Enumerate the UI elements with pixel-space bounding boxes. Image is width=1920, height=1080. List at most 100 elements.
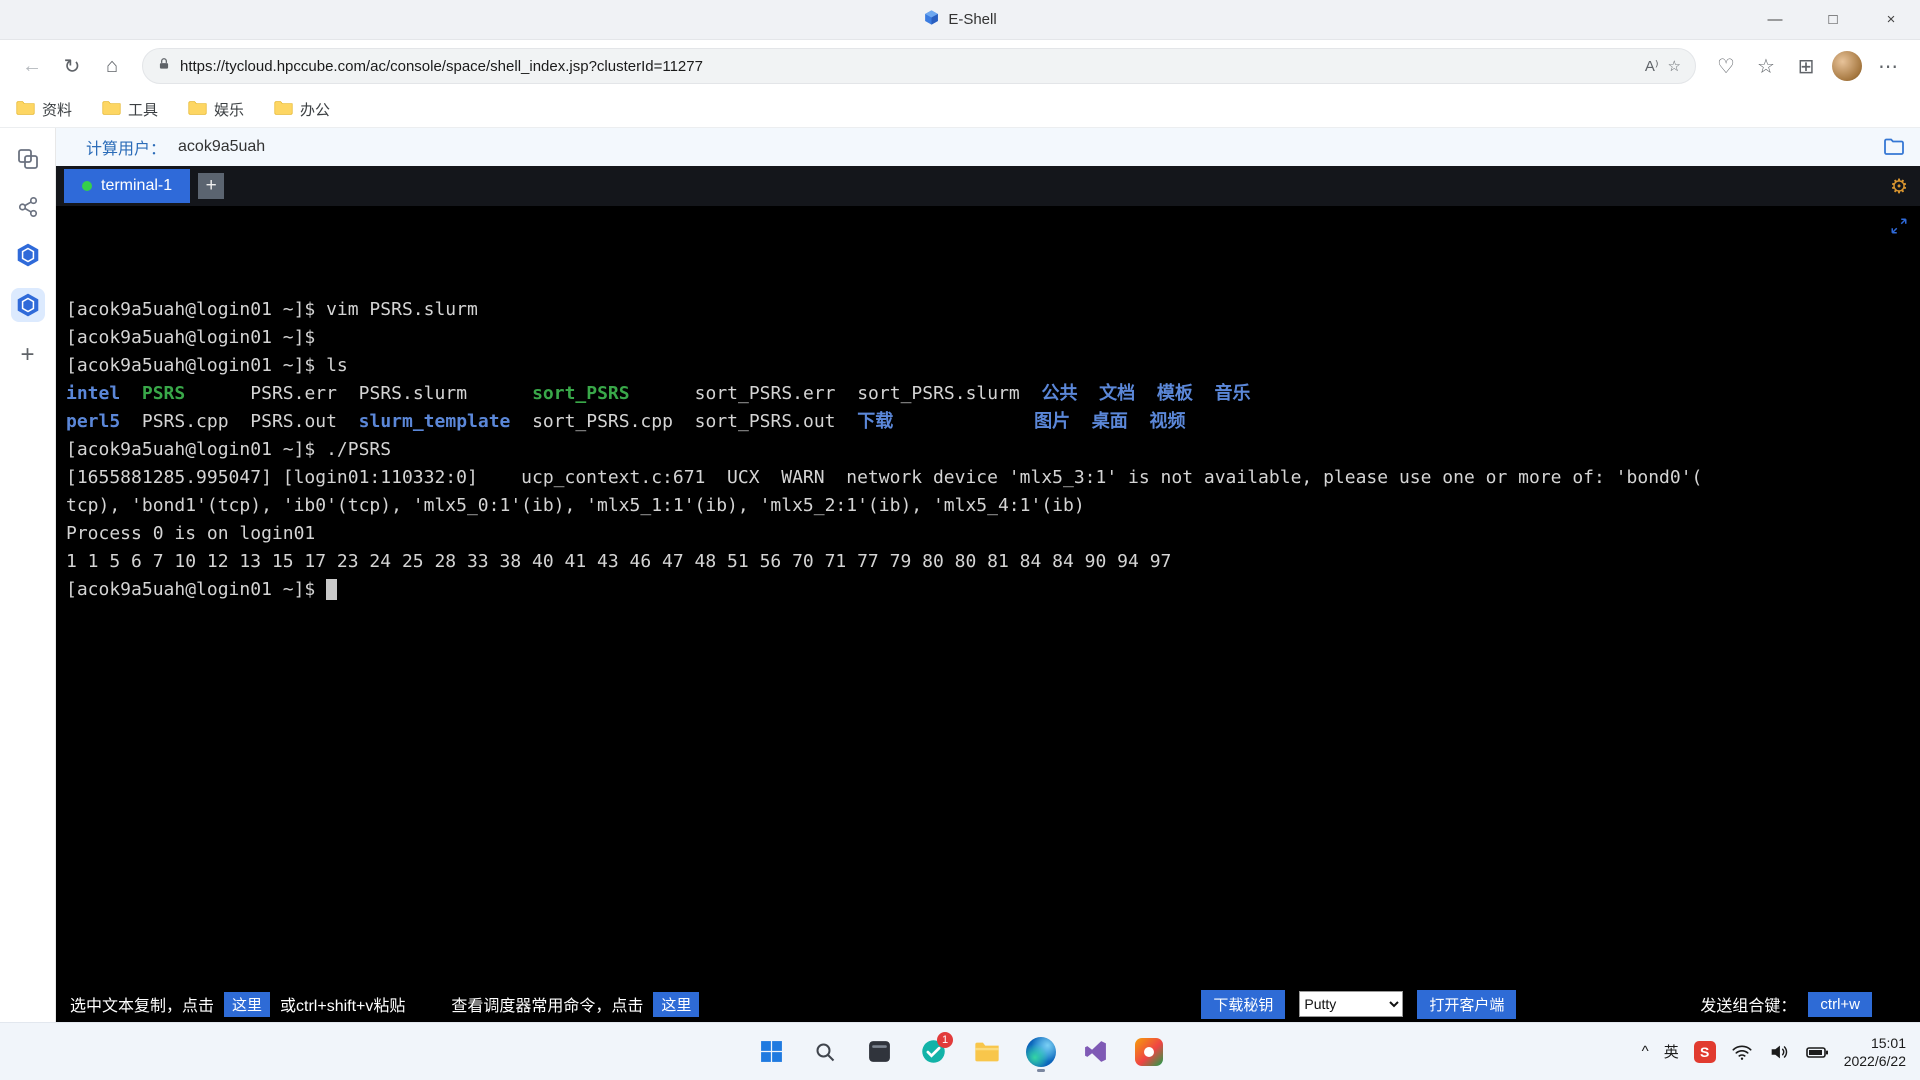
ime-language-indicator[interactable]: 英 bbox=[1664, 1041, 1679, 1062]
url-text[interactable]: https://tycloud.hpccube.com/ac/console/s… bbox=[180, 58, 1636, 75]
refresh-icon[interactable]: ↻ bbox=[54, 48, 90, 84]
bottom-bar-actions: 下载秘钥 Putty 打开客户端 发送组合键： ctrl+w bbox=[1201, 990, 1906, 1019]
app-icon-misc[interactable] bbox=[1128, 1031, 1170, 1073]
gear-icon[interactable]: ⚙ bbox=[1890, 174, 1908, 199]
cluster-icon-selected[interactable] bbox=[11, 288, 45, 322]
terminal-text bbox=[673, 411, 695, 432]
terminal-text: intel bbox=[66, 383, 120, 404]
terminal-output[interactable]: [acok9a5uah@login01 ~]$ vim PSRS.slurm [a… bbox=[56, 206, 1920, 986]
terminal-line: Process 0 is on login01 bbox=[66, 520, 1910, 548]
client-select[interactable]: Putty bbox=[1299, 991, 1403, 1017]
edge-browser-icon[interactable] bbox=[1020, 1031, 1062, 1073]
terminal-text bbox=[1193, 383, 1215, 404]
paste-hint-text: 或ctrl+shift+v粘贴 bbox=[280, 992, 405, 1016]
terminal-text: 下载 bbox=[857, 411, 893, 432]
bookmark-folder[interactable]: 工具 bbox=[102, 99, 158, 120]
sogou-input-icon[interactable]: S bbox=[1694, 1041, 1716, 1063]
tab-status-dot bbox=[82, 181, 92, 191]
volume-icon[interactable] bbox=[1768, 1041, 1790, 1063]
panels-icon[interactable] bbox=[11, 144, 45, 174]
tab-terminal-1[interactable]: terminal-1 bbox=[64, 169, 190, 203]
bookmark-folder[interactable]: 资料 bbox=[16, 99, 72, 120]
terminal-cursor bbox=[326, 579, 337, 600]
tray-expand-icon[interactable]: ^ bbox=[1642, 1043, 1649, 1060]
terminal-text: 视频 bbox=[1149, 411, 1185, 432]
add-cluster-icon[interactable]: + bbox=[11, 340, 45, 370]
terminal-text: slurm_template bbox=[359, 411, 511, 432]
more-menu-icon[interactable]: ⋯ bbox=[1870, 48, 1906, 84]
open-client-button[interactable]: 打开客户端 bbox=[1417, 990, 1516, 1019]
share-icon[interactable] bbox=[11, 192, 45, 222]
folder-icon bbox=[188, 100, 207, 120]
compute-user-value: acok9a5uah bbox=[178, 138, 265, 156]
wifi-icon[interactable] bbox=[1731, 1041, 1753, 1063]
close-icon[interactable]: × bbox=[1862, 0, 1920, 39]
app-icon-todo[interactable]: 1 bbox=[912, 1031, 954, 1073]
terminal-text: [acok9a5uah@login01 ~]$ bbox=[66, 327, 315, 348]
visual-studio-icon[interactable] bbox=[1074, 1031, 1116, 1073]
collections-icon[interactable]: ⊞ bbox=[1788, 48, 1824, 84]
minimize-icon[interactable]: — bbox=[1746, 0, 1804, 39]
favorite-star-icon[interactable]: ☆ bbox=[1668, 57, 1681, 75]
terminal-text: [acok9a5uah@login01 ~]$ vim PSRS.slurm bbox=[66, 299, 478, 320]
app-icon-terminal[interactable] bbox=[858, 1031, 900, 1073]
back-icon[interactable]: ← bbox=[14, 48, 50, 84]
bookmark-folder[interactable]: 办公 bbox=[274, 99, 330, 120]
copy-here-button[interactable]: 这里 bbox=[224, 992, 270, 1017]
favorites-icon[interactable]: ☆ bbox=[1748, 48, 1784, 84]
terminal-text bbox=[630, 383, 695, 404]
terminal-text: PSRS.err bbox=[250, 383, 337, 404]
new-terminal-icon[interactable]: + bbox=[198, 173, 224, 199]
terminal-text: [acok9a5uah@login01 ~]$ ls bbox=[66, 355, 348, 376]
terminal-bottom-bar: 选中文本复制，点击 这里 或ctrl+shift+v粘贴 查看调度器常用命令，点… bbox=[56, 986, 1920, 1022]
bookmark-label: 工具 bbox=[128, 99, 158, 120]
notification-badge: 1 bbox=[937, 1032, 953, 1048]
browser-toolbar: ← ↻ ⌂ https://tycloud.hpccube.com/ac/con… bbox=[0, 40, 1920, 92]
start-button[interactable] bbox=[750, 1031, 792, 1073]
terminal-text bbox=[120, 383, 142, 404]
terminal-text: 模板 bbox=[1157, 383, 1193, 404]
read-aloud-icon[interactable]: A⁾ bbox=[1645, 57, 1659, 75]
maximize-icon[interactable]: □ bbox=[1804, 0, 1862, 39]
terminal-text: 音乐 bbox=[1215, 383, 1251, 404]
terminal-text bbox=[510, 411, 532, 432]
terminal-text: [acok9a5uah@login01 ~]$ ./PSRS bbox=[66, 439, 391, 460]
terminal-text: sort_PSRS.cpp bbox=[532, 411, 673, 432]
window-title-area: E-Shell bbox=[0, 9, 1920, 30]
cluster-icon[interactable] bbox=[11, 240, 45, 270]
system-tray: ^ 英 S 15:01 2022/6/22 bbox=[1642, 1034, 1920, 1070]
terminal-text: sort_PSRS.slurm bbox=[857, 383, 1020, 404]
home-icon[interactable]: ⌂ bbox=[94, 48, 130, 84]
eshell-app-icon bbox=[923, 9, 940, 30]
terminal-text: 文档 bbox=[1099, 383, 1135, 404]
address-bar[interactable]: https://tycloud.hpccube.com/ac/console/s… bbox=[142, 48, 1696, 84]
send-combo-button[interactable]: ctrl+w bbox=[1808, 992, 1872, 1017]
bookmark-folder[interactable]: 娱乐 bbox=[188, 99, 244, 120]
terminal-line: tcp), 'bond1'(tcp), 'ib0'(tcp), 'mlx5_0:… bbox=[66, 492, 1910, 520]
copy-hint-text: 选中文本复制，点击 bbox=[70, 992, 214, 1016]
fullscreen-icon[interactable] bbox=[1890, 216, 1908, 244]
terminal-text: tcp), 'bond1'(tcp), 'ib0'(tcp), 'mlx5_0:… bbox=[66, 495, 1085, 516]
terminal-text: PSRS.cpp bbox=[142, 411, 229, 432]
compute-user-header: 计算用户： acok9a5uah bbox=[56, 128, 1920, 166]
clock[interactable]: 15:01 2022/6/22 bbox=[1844, 1034, 1906, 1070]
terminal-text: 1 1 5 6 7 10 12 13 15 17 23 24 25 28 33 … bbox=[66, 551, 1171, 572]
terminal-text: 图片 bbox=[1034, 411, 1070, 432]
page-body: + 计算用户： acok9a5uah terminal-1 + ⚙ [acok9… bbox=[0, 128, 1920, 1022]
browser-essentials-icon[interactable]: ♡ bbox=[1708, 48, 1744, 84]
search-icon[interactable] bbox=[804, 1031, 846, 1073]
battery-icon[interactable] bbox=[1805, 1040, 1829, 1064]
download-key-button[interactable]: 下载秘钥 bbox=[1201, 990, 1285, 1019]
profile-avatar[interactable] bbox=[1832, 51, 1862, 81]
terminal-text bbox=[337, 411, 359, 432]
file-explorer-icon[interactable] bbox=[966, 1031, 1008, 1073]
scheduler-here-button[interactable]: 这里 bbox=[653, 992, 699, 1017]
terminal-line: [acok9a5uah@login01 ~]$ bbox=[66, 576, 1910, 604]
edge-logo bbox=[1026, 1037, 1056, 1067]
folder-icon bbox=[274, 100, 293, 120]
terminal-line: intel PSRS PSRS.err PSRS.slurm sort_PSRS… bbox=[66, 380, 1910, 408]
terminal-text: 桌面 bbox=[1092, 411, 1128, 432]
terminal-text bbox=[836, 383, 858, 404]
terminal-line: [acok9a5uah@login01 ~]$ ./PSRS bbox=[66, 436, 1910, 464]
file-manager-icon[interactable] bbox=[1882, 135, 1906, 159]
